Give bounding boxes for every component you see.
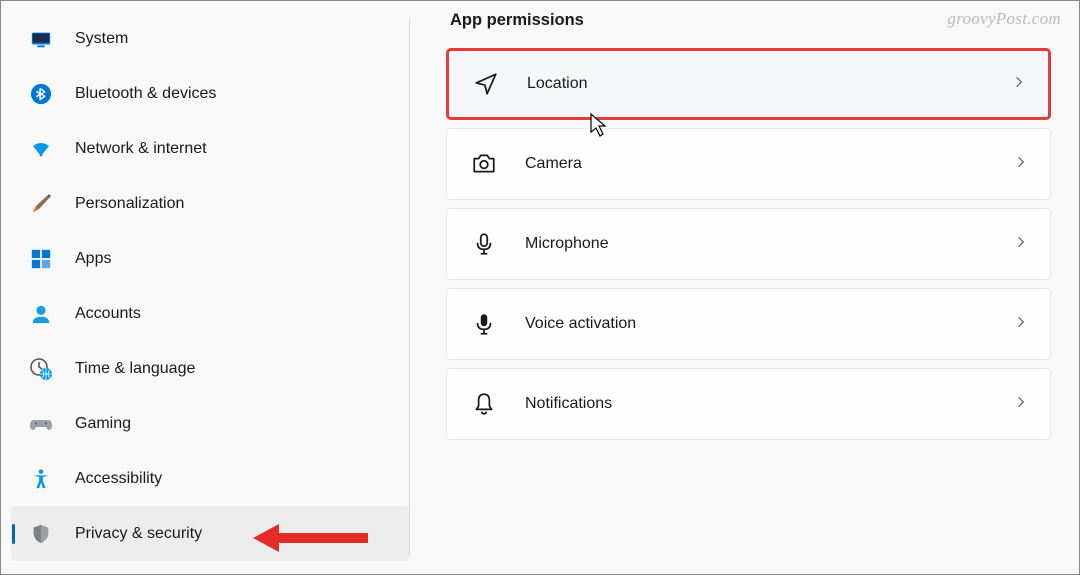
camera-icon — [471, 151, 497, 177]
system-icon — [29, 27, 53, 51]
chevron-right-icon — [1014, 235, 1028, 254]
permission-label: Notifications — [525, 395, 1014, 413]
chevron-right-icon — [1012, 75, 1026, 94]
permission-item-microphone[interactable]: Microphone — [446, 208, 1051, 280]
sidebar-item-label: Accounts — [75, 305, 141, 323]
accessibility-icon — [29, 467, 53, 491]
watermark-text: groovyPost.com — [947, 9, 1061, 29]
microphone-icon — [471, 231, 497, 257]
permission-item-voice-activation[interactable]: Voice activation — [446, 288, 1051, 360]
sidebar-item-gaming[interactable]: Gaming — [11, 396, 409, 451]
person-icon — [29, 302, 53, 326]
permission-item-location[interactable]: Location — [446, 48, 1051, 120]
apps-icon — [29, 247, 53, 271]
sidebar-item-label: Network & internet — [75, 140, 207, 158]
sidebar-item-label: Personalization — [75, 195, 184, 213]
permission-label: Voice activation — [525, 315, 1014, 333]
vertical-divider — [409, 19, 410, 556]
sidebar-item-privacy-security[interactable]: Privacy & security — [11, 506, 409, 561]
sidebar-item-label: System — [75, 30, 128, 48]
sidebar-item-accessibility[interactable]: Accessibility — [11, 451, 409, 506]
bell-icon — [471, 391, 497, 417]
chevron-right-icon — [1014, 395, 1028, 414]
permission-label: Camera — [525, 155, 1014, 173]
clock-globe-icon — [29, 357, 53, 381]
sidebar-item-label: Privacy & security — [75, 525, 202, 543]
sidebar-item-label: Time & language — [75, 360, 195, 378]
sidebar-item-label: Bluetooth & devices — [75, 85, 216, 103]
permission-item-camera[interactable]: Camera — [446, 128, 1051, 200]
chevron-right-icon — [1014, 315, 1028, 334]
gamepad-icon — [29, 412, 53, 436]
permission-item-notifications[interactable]: Notifications — [446, 368, 1051, 440]
sidebar-item-label: Gaming — [75, 415, 131, 433]
sidebar-item-system[interactable]: System — [11, 11, 409, 66]
sidebar-item-personalization[interactable]: Personalization — [11, 176, 409, 231]
location-icon — [473, 71, 499, 97]
sidebar-item-apps[interactable]: Apps — [11, 231, 409, 286]
voice-activation-icon — [471, 311, 497, 337]
sidebar-item-accounts[interactable]: Accounts — [11, 286, 409, 341]
settings-main-panel: App permissions Location Camera Microph — [422, 1, 1079, 574]
permission-label: Location — [527, 75, 1012, 93]
sidebar-item-time-language[interactable]: Time & language — [11, 341, 409, 396]
paintbrush-icon — [29, 192, 53, 216]
bluetooth-icon — [29, 82, 53, 106]
permission-label: Microphone — [525, 235, 1014, 253]
sidebar-item-label: Accessibility — [75, 470, 162, 488]
sidebar-item-label: Apps — [75, 250, 111, 268]
settings-sidebar: System Bluetooth & devices Network & int… — [1, 1, 409, 574]
sidebar-item-bluetooth[interactable]: Bluetooth & devices — [11, 66, 409, 121]
sidebar-item-network[interactable]: Network & internet — [11, 121, 409, 176]
wifi-icon — [29, 137, 53, 161]
shield-icon — [29, 522, 53, 546]
chevron-right-icon — [1014, 155, 1028, 174]
